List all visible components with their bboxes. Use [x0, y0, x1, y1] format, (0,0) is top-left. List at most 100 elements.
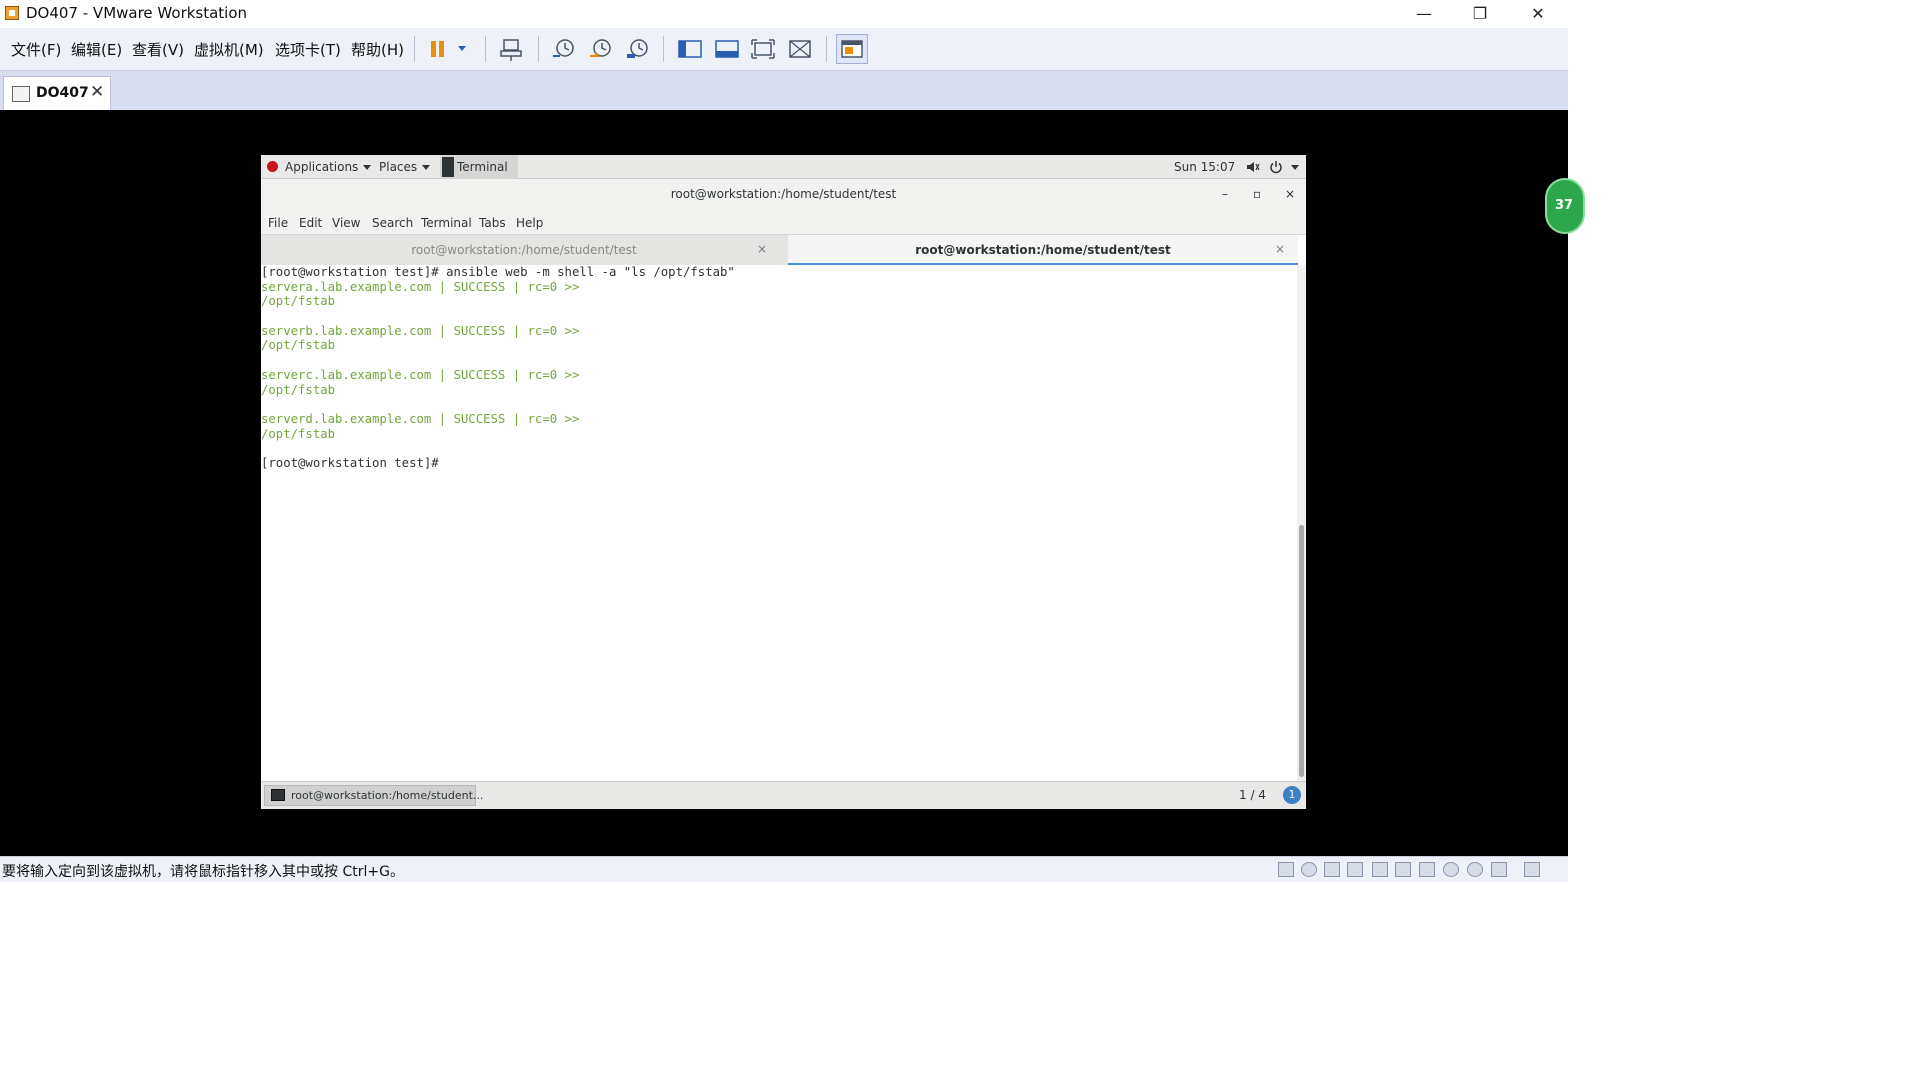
hard-disk-icon[interactable]: [1278, 862, 1294, 877]
terminal-minimize-button[interactable]: –: [1222, 187, 1228, 201]
vmware-app-icon: [5, 6, 19, 20]
terminal-menu-edit[interactable]: Edit: [299, 216, 322, 230]
workspace-indicator[interactable]: 1 / 4: [1239, 788, 1266, 802]
toolbar-separator: [485, 36, 486, 62]
terminal-tab-2[interactable]: root@workstation:/home/student/test ×: [788, 235, 1298, 265]
system-menu-chevron-down-icon[interactable]: [1286, 160, 1299, 174]
close-button[interactable]: ✕: [1515, 2, 1561, 26]
notification-badge[interactable]: 1: [1283, 786, 1301, 804]
usb-icon[interactable]: [1419, 862, 1435, 877]
vmware-menubar: 文件(F) 编辑(E) 查看(V) 虚拟机(M) 选项卡(T) 帮助(H): [0, 28, 1568, 71]
floppy-icon[interactable]: [1491, 862, 1507, 877]
terminal-menubar: File Edit View Search Terminal Tabs Help: [261, 211, 1306, 235]
pause-icon[interactable]: [426, 36, 454, 62]
vm-icon: [12, 86, 30, 102]
terminal-tab-close-icon[interactable]: ×: [1275, 242, 1285, 256]
printer-icon[interactable]: [1372, 862, 1388, 877]
toolbar-separator: [663, 36, 664, 62]
message-log-icon[interactable]: [1524, 862, 1540, 877]
taskbar-item-label: root@workstation:/home/student...: [291, 789, 484, 802]
cd-dvd-3-icon[interactable]: [1467, 862, 1483, 877]
window-title: DO407 - VMware Workstation: [26, 4, 248, 22]
terminal-line: [root@workstation test]#: [261, 455, 439, 470]
places-menu[interactable]: Places: [379, 160, 430, 174]
snapshot-manager-icon[interactable]: [624, 36, 652, 62]
toolbar-separator: [538, 36, 539, 62]
terminal-menu-tabs[interactable]: Tabs: [479, 216, 506, 230]
terminal-line: [root@workstation test]# ansible web -m …: [261, 265, 735, 279]
minimize-button[interactable]: —: [1401, 2, 1447, 26]
volume-icon[interactable]: [1246, 160, 1260, 177]
terminal-line: /opt/fstab: [261, 382, 336, 397]
guest-desktop[interactable]: Applications Places Terminal Sun 15:07 r…: [261, 155, 1306, 809]
scrollbar-thumb[interactable]: [1299, 525, 1304, 777]
terminal-output[interactable]: [root@workstation test]# ansible web -m …: [261, 265, 1297, 781]
terminal-line: /opt/fstab: [261, 338, 336, 353]
snapshot-icon[interactable]: [550, 36, 578, 62]
restore-button[interactable]: ❐: [1457, 2, 1503, 26]
terminal-line: serverb.lab.example.com | SUCCESS | rc=0…: [261, 323, 580, 338]
terminal-icon: [271, 789, 285, 801]
toolbar-separator: [414, 36, 415, 62]
unity-icon[interactable]: [786, 36, 814, 62]
menu-file[interactable]: 文件(F): [11, 39, 61, 60]
send-ctrl-alt-del-icon[interactable]: [498, 36, 526, 62]
toolbar-separator: [826, 36, 827, 62]
terminal-icon: [442, 157, 454, 177]
vm-tab[interactable]: DO407 ✕: [3, 76, 111, 110]
sound-icon[interactable]: [1395, 862, 1411, 877]
revert-snapshot-icon[interactable]: [587, 36, 615, 62]
menu-tabs[interactable]: 选项卡(T): [275, 39, 341, 60]
terminal-tab-label: root@workstation:/home/student/test: [915, 243, 1171, 257]
terminal-line: serverc.lab.example.com | SUCCESS | rc=0…: [261, 367, 580, 382]
terminal-menu-view[interactable]: View: [332, 216, 360, 230]
menu-view[interactable]: 查看(V): [132, 39, 184, 60]
thumbnail-view-icon[interactable]: [713, 36, 741, 62]
menu-help[interactable]: 帮助(H): [351, 39, 404, 60]
status-message: 要将输入定向到该虚拟机，请将鼠标指针移入其中或按 Ctrl+G。: [2, 864, 404, 880]
menu-vm[interactable]: 虚拟机(M): [194, 39, 264, 60]
gnome-top-bar: Applications Places Terminal Sun 15:07: [261, 155, 1306, 179]
side-floating-badge[interactable]: 37: [1545, 178, 1585, 234]
terminal-tab-1[interactable]: root@workstation:/home/student/test ×: [261, 235, 787, 265]
clock[interactable]: Sun 15:07: [1174, 160, 1235, 174]
window-titlebar: DO407 - VMware Workstation — ❐ ✕: [0, 0, 1568, 28]
terminal-line: /opt/fstab: [261, 426, 336, 441]
terminal-menu-help[interactable]: Help: [516, 216, 543, 230]
terminal-tab-label: root@workstation:/home/student/test: [411, 243, 637, 257]
menu-edit[interactable]: 编辑(E): [71, 39, 122, 60]
power-icon[interactable]: [1269, 160, 1283, 177]
vm-tab-close-icon[interactable]: ✕: [90, 82, 104, 102]
terminal-line: /opt/fstab: [261, 294, 336, 309]
cd-dvd-2-icon[interactable]: [1443, 862, 1459, 877]
terminal-menu-terminal[interactable]: Terminal: [421, 216, 472, 230]
terminal-menu-search[interactable]: Search: [372, 216, 413, 230]
taskbar-item-terminal[interactable]: root@workstation:/home/student...: [264, 785, 483, 806]
cd-dvd-icon[interactable]: [1301, 862, 1317, 877]
terminal-tabs: root@workstation:/home/student/test × ro…: [261, 235, 1298, 265]
side-badge-label: 37: [1555, 198, 1574, 213]
terminal-scrollbar[interactable]: [1297, 265, 1306, 781]
vm-tabstrip: DO407 ✕: [0, 71, 1568, 110]
terminal-maximize-button[interactable]: ▫: [1253, 187, 1261, 201]
redhat-icon: [267, 161, 278, 172]
terminal-close-button[interactable]: ×: [1285, 187, 1295, 201]
applications-menu[interactable]: Applications: [285, 160, 371, 174]
terminal-line: servera.lab.example.com | SUCCESS | rc=0…: [261, 279, 580, 294]
library-view-icon[interactable]: [676, 36, 704, 62]
dropdown-icon[interactable]: [452, 36, 472, 62]
terminal-app-menu[interactable]: Terminal: [440, 155, 518, 179]
network-adapter-icon[interactable]: [1324, 862, 1340, 877]
terminal-titlebar: root@workstation:/home/student/test – ▫ …: [261, 179, 1306, 211]
terminal-tab-close-icon[interactable]: ×: [757, 242, 767, 256]
console-view-icon[interactable]: [836, 34, 868, 64]
terminal-menu-file[interactable]: File: [268, 216, 288, 230]
terminal-line: serverd.lab.example.com | SUCCESS | rc=0…: [261, 411, 580, 426]
network-adapter-2-icon[interactable]: [1347, 862, 1363, 877]
fullscreen-icon[interactable]: [749, 36, 777, 62]
vmware-statusbar: 要将输入定向到该虚拟机，请将鼠标指针移入其中或按 Ctrl+G。: [0, 856, 1568, 882]
